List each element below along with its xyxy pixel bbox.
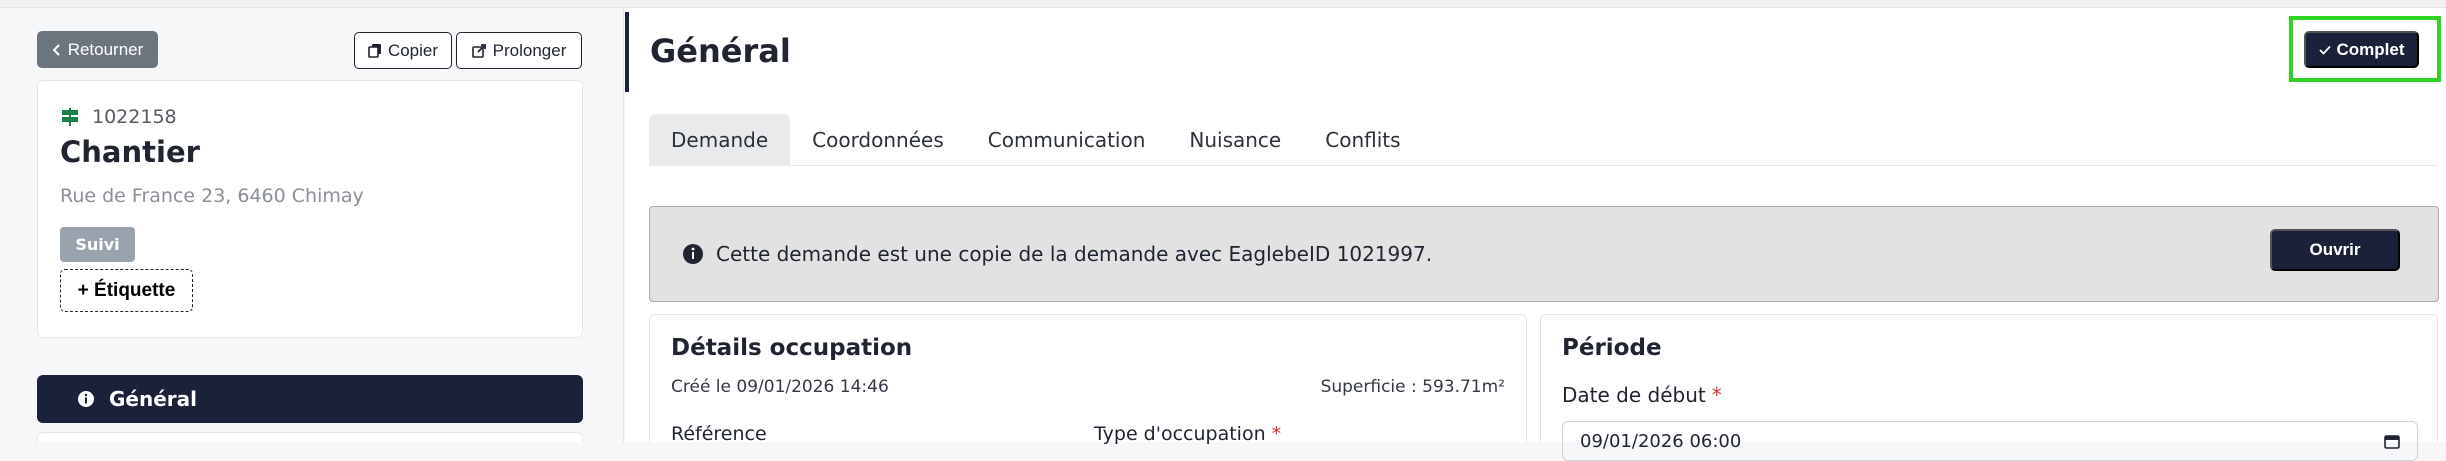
open-button[interactable]: Ouvrir bbox=[2270, 229, 2400, 271]
tab-nuisance[interactable]: Nuisance bbox=[1167, 114, 1303, 166]
copy-notice: Cette demande est une copie de la demand… bbox=[649, 206, 2439, 302]
copy-button[interactable]: Copier bbox=[354, 32, 452, 69]
period-title: Période bbox=[1562, 335, 1662, 361]
notice-message: Cette demande est une copie de la demand… bbox=[682, 242, 1432, 266]
top-bar bbox=[0, 0, 2446, 8]
copy-icon bbox=[368, 43, 382, 58]
site-address: Rue de France 23, 6460 Chimay bbox=[60, 185, 364, 207]
start-date-label: Date de début * bbox=[1562, 383, 1722, 407]
start-date-value: 09/01/2026 06:00 bbox=[1580, 430, 1742, 452]
calendar-icon[interactable] bbox=[2384, 433, 2400, 449]
notice-text: Cette demande est une copie de la demand… bbox=[716, 242, 1433, 266]
details-title: Détails occupation bbox=[671, 335, 913, 361]
site-id-value: 1022158 bbox=[92, 106, 177, 128]
sidebar-item-general[interactable]: Général bbox=[37, 375, 583, 423]
back-button[interactable]: Retourner bbox=[37, 31, 158, 68]
site-card: 1022158 Chantier Rue de France 23, 6460 … bbox=[37, 80, 583, 338]
sidebar-item-label: Général bbox=[109, 387, 197, 411]
required-marker: * bbox=[1711, 383, 1722, 407]
back-button-label: Retourner bbox=[67, 39, 144, 59]
info-icon bbox=[682, 243, 704, 265]
page-title: Général bbox=[650, 32, 791, 70]
site-id: 1022158 bbox=[60, 106, 177, 128]
signpost-icon bbox=[60, 107, 80, 127]
tab-demande[interactable]: Demande bbox=[649, 114, 791, 166]
title-accent-bar bbox=[625, 12, 629, 92]
site-title: Chantier bbox=[60, 135, 200, 169]
created-date: Créé le 09/01/2026 14:46 bbox=[671, 377, 889, 397]
extend-button[interactable]: Prolonger bbox=[456, 32, 582, 69]
tab-conflits[interactable]: Conflits bbox=[1303, 114, 1422, 166]
sidebar-next-item bbox=[37, 432, 583, 442]
copy-button-label: Copier bbox=[387, 40, 439, 60]
complete-button-label: Complet bbox=[2336, 39, 2405, 59]
extend-button-label: Prolonger bbox=[492, 40, 567, 60]
area-value: Superficie : 593.71m² bbox=[1320, 377, 1505, 397]
check-icon bbox=[2318, 45, 2331, 55]
share-icon bbox=[471, 43, 487, 58]
tab-bar: Demande Coordonnées Communication Nuisan… bbox=[649, 114, 2438, 166]
complete-button[interactable]: Complet bbox=[2304, 31, 2419, 68]
start-date-input[interactable]: 09/01/2026 06:00 bbox=[1562, 421, 2418, 461]
add-tag-button[interactable]: + Étiquette bbox=[60, 269, 193, 312]
status-badge: Suivi bbox=[60, 227, 135, 262]
tab-coordonnees[interactable]: Coordonnées bbox=[790, 114, 966, 166]
info-icon bbox=[77, 390, 95, 408]
tab-communication[interactable]: Communication bbox=[966, 114, 1168, 166]
details-panel: Détails occupation Créé le 09/01/2026 14… bbox=[649, 314, 1527, 445]
start-date-text: Date de début bbox=[1562, 383, 1706, 407]
period-panel: Période Date de début * 09/01/2026 06:00 bbox=[1540, 314, 2438, 461]
chevron-left-icon bbox=[52, 43, 62, 57]
